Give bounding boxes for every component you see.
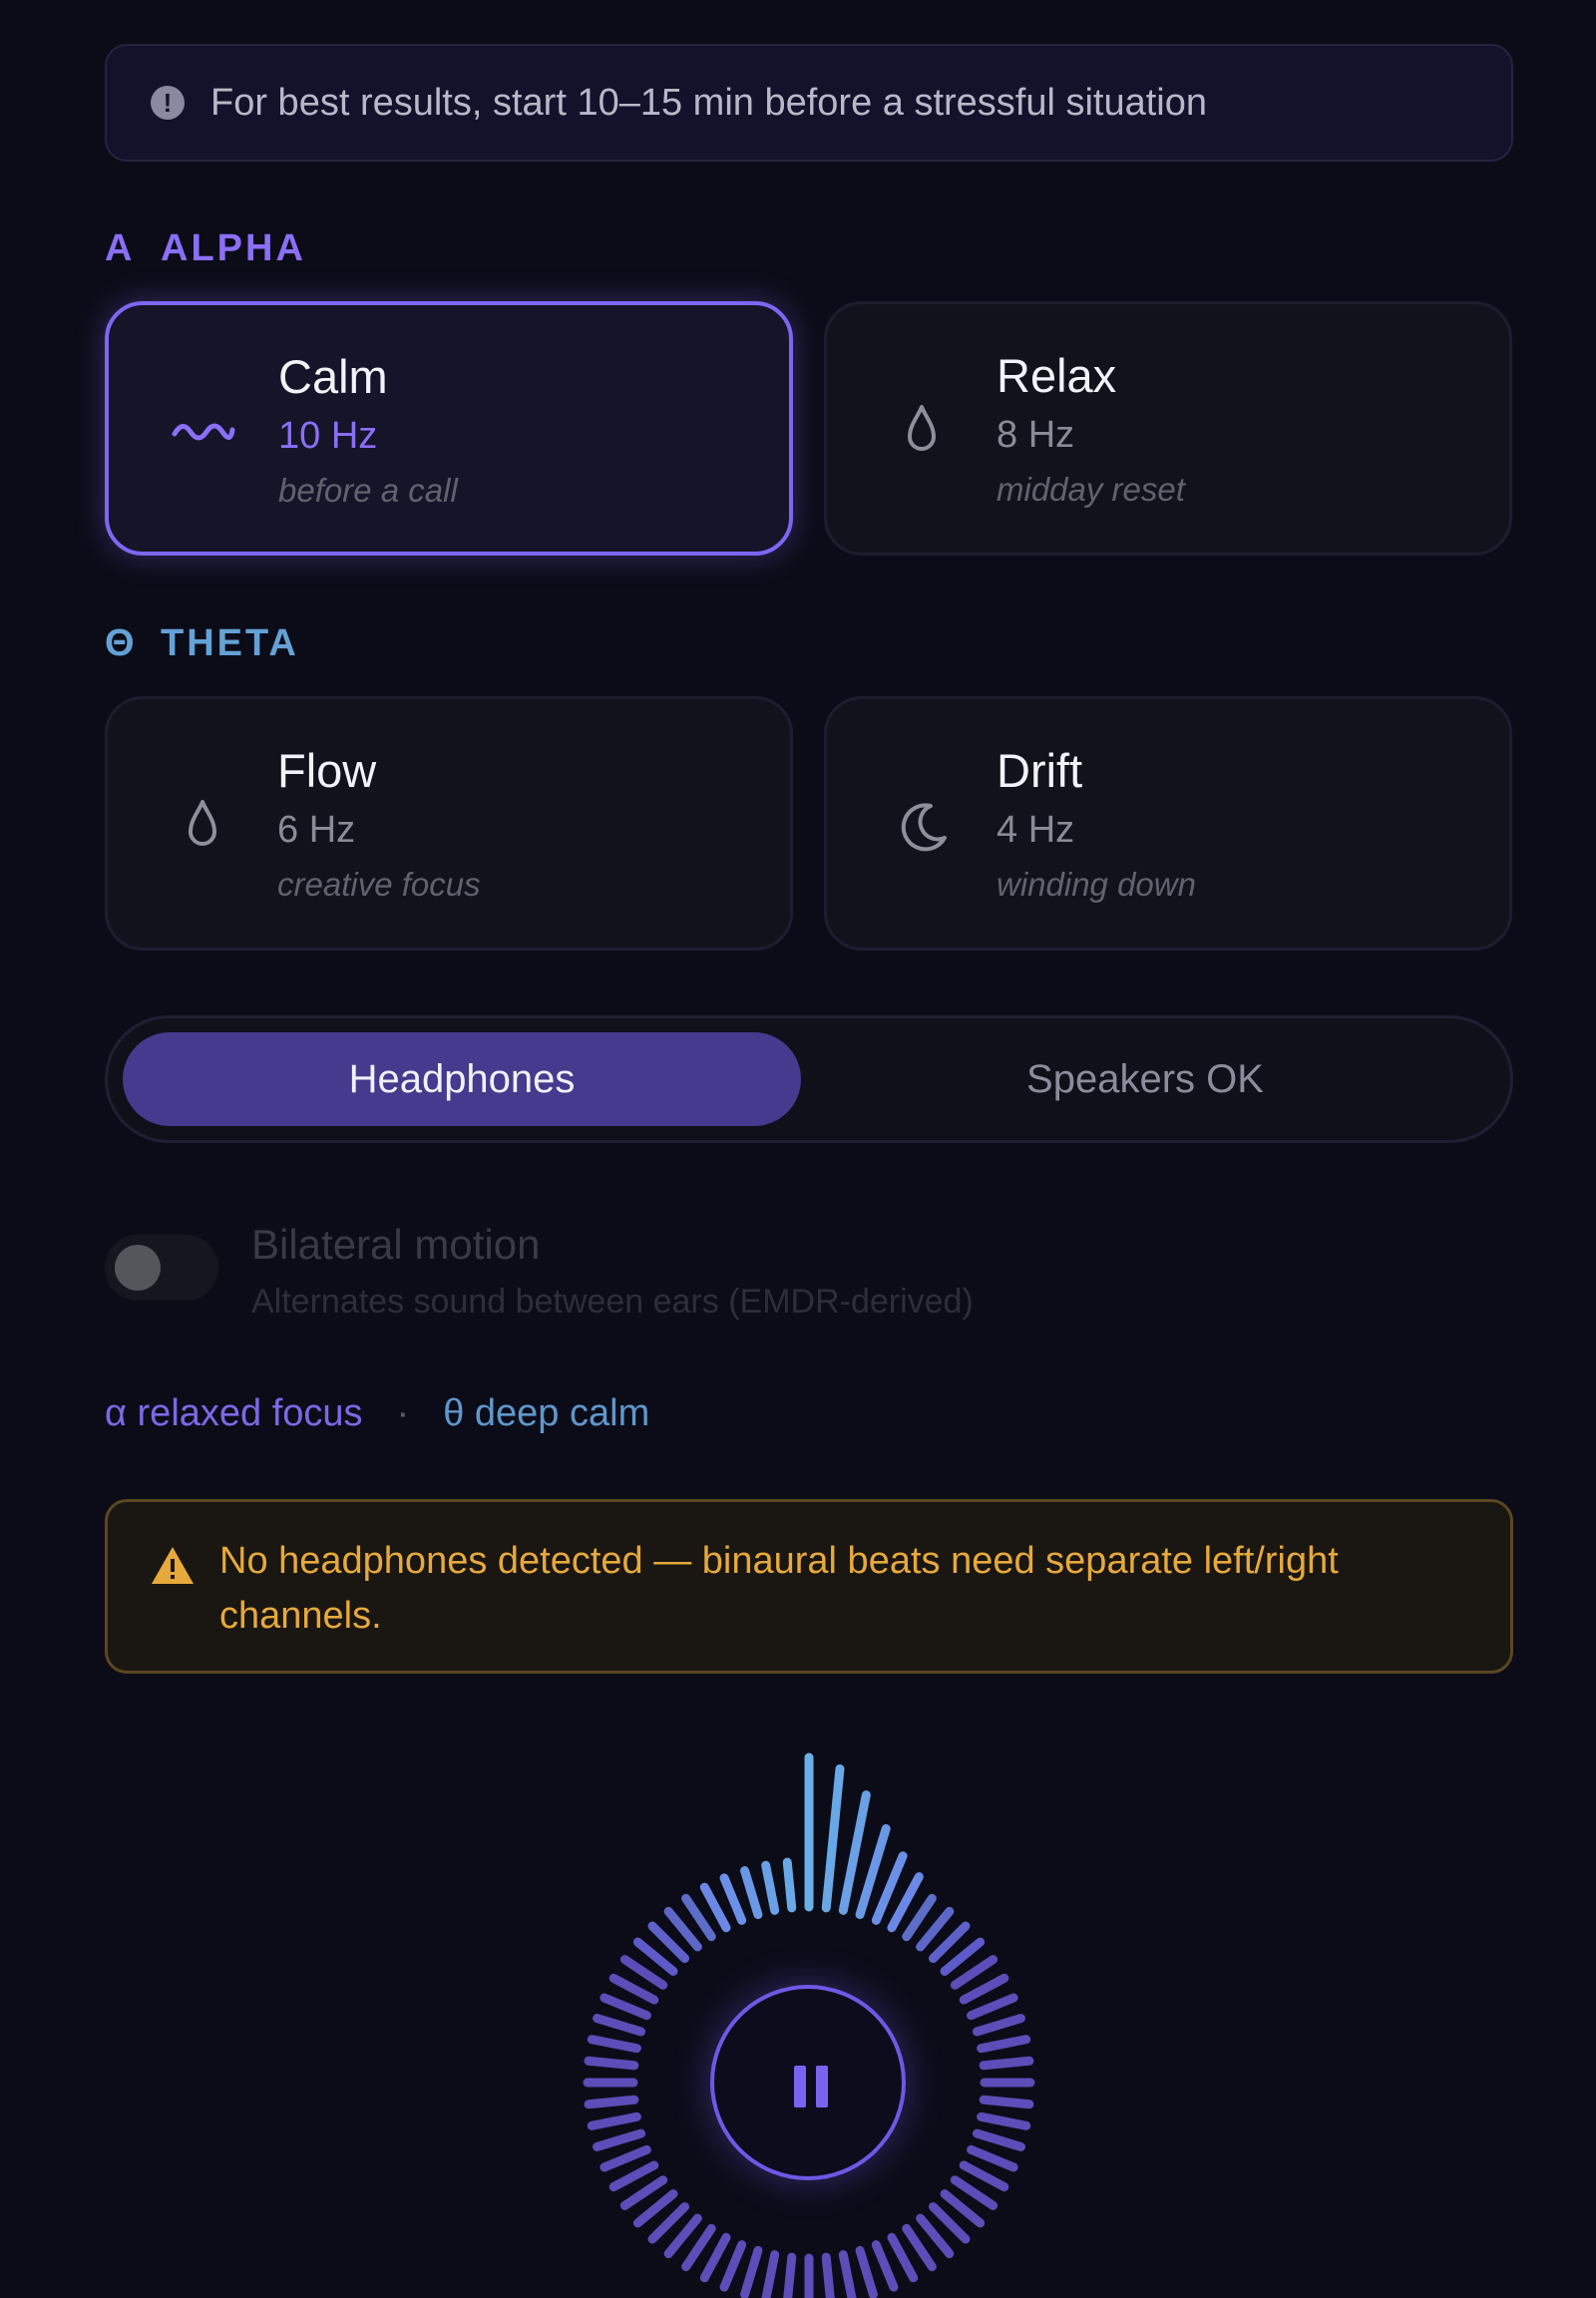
pause-button[interactable] bbox=[710, 1985, 906, 2180]
tip-banner: ! For best results, start 10–15 min befo… bbox=[105, 44, 1513, 162]
alpha-section-header: A ALPHA bbox=[105, 227, 306, 270]
preset-frequency: 10 Hz bbox=[278, 415, 378, 457]
visualizer-bar bbox=[593, 2014, 646, 2037]
visualizer-bar bbox=[719, 2240, 747, 2292]
preset-note: midday reset bbox=[997, 471, 1185, 508]
moon-icon bbox=[901, 803, 947, 852]
preset-frequency: 6 Hz bbox=[277, 809, 356, 851]
preset-card-relax[interactable]: Relax 8 Hz midday reset bbox=[824, 301, 1512, 556]
preset-frequency: 4 Hz bbox=[997, 809, 1075, 851]
alpha-glyph: A bbox=[105, 227, 136, 269]
binaural-page: ! For best results, start 10–15 min befo… bbox=[0, 0, 1596, 2298]
visualizer-bar bbox=[761, 2250, 780, 2298]
visualizer-bar bbox=[599, 1993, 651, 2021]
visualizer-bar bbox=[584, 2095, 639, 2109]
visualizer-bar bbox=[587, 2035, 641, 2054]
visualizer-bar bbox=[593, 2128, 646, 2151]
frequency-legend: α relaxed focus · θ deep calm bbox=[105, 1392, 649, 1435]
headphones-warning: No headphones detected — binaural beats … bbox=[105, 1499, 1513, 1674]
visualizer-bar bbox=[979, 2056, 1034, 2071]
visualizer-bar bbox=[959, 1973, 1009, 2005]
visualizer-bar bbox=[967, 1993, 1018, 2021]
visualizer-bar bbox=[972, 2014, 1025, 2037]
alpha-legend: α relaxed focus bbox=[105, 1392, 363, 1434]
visualizer-bar bbox=[972, 2128, 1025, 2151]
wave-icon bbox=[172, 423, 235, 441]
visualizer-bar bbox=[821, 2252, 835, 2298]
preset-card-flow[interactable]: Flow 6 Hz creative focus bbox=[105, 696, 793, 951]
speakers-option[interactable]: Speakers OK bbox=[806, 1032, 1484, 1126]
theta-legend: θ deep calm bbox=[443, 1392, 650, 1434]
visualizer-bar bbox=[761, 1860, 780, 1915]
visualizer-bar bbox=[821, 1764, 845, 1913]
warning-triangle-icon bbox=[152, 1547, 194, 1584]
preset-card-drift[interactable]: Drift 4 Hz winding down bbox=[824, 696, 1512, 951]
visualizer-bar bbox=[783, 2252, 797, 2298]
visualizer-bar bbox=[838, 2250, 857, 2298]
theta-glyph: Θ bbox=[105, 622, 138, 664]
visualizer-bar bbox=[584, 2056, 639, 2071]
info-circle-icon: ! bbox=[151, 86, 185, 120]
visualizer-bar bbox=[967, 2144, 1018, 2172]
visualizer-bar bbox=[782, 1857, 797, 1913]
visualizer-bar bbox=[887, 2232, 919, 2283]
visualizer-bar bbox=[977, 2111, 1031, 2130]
pause-icon-bar-right bbox=[816, 2066, 828, 2107]
toggle-knob bbox=[115, 1245, 161, 1291]
visualizer-bar bbox=[740, 1866, 763, 1920]
output-mode-segmented-control: Headphones Speakers OK bbox=[105, 1015, 1513, 1143]
visualizer-bar bbox=[959, 2160, 1009, 2192]
headphones-option[interactable]: Headphones bbox=[123, 1032, 801, 1126]
bilateral-motion-subtitle: Alternates sound between ears (EMDR-deri… bbox=[251, 1283, 974, 1321]
preset-title: Drift bbox=[997, 744, 1083, 797]
tip-text: For best results, start 10–15 min before… bbox=[210, 81, 1208, 124]
visualizer-bar bbox=[587, 2111, 641, 2130]
visualizer-bar bbox=[699, 2232, 731, 2283]
preset-card-calm[interactable]: Calm 10 Hz before a call bbox=[105, 301, 793, 556]
droplet-icon bbox=[908, 405, 936, 451]
alpha-label: ALPHA bbox=[161, 227, 306, 269]
visualizer-bar bbox=[740, 2245, 763, 2298]
visualizer-bar bbox=[979, 2095, 1034, 2109]
bilateral-motion-title: Bilateral motion bbox=[251, 1221, 541, 1268]
visualizer-bar bbox=[608, 2160, 659, 2192]
theta-section-header: Θ THETA bbox=[105, 622, 299, 665]
preset-note: before a call bbox=[278, 472, 458, 509]
theta-label: THETA bbox=[161, 622, 299, 664]
visualizer-bar bbox=[977, 2035, 1031, 2054]
preset-title: Calm bbox=[278, 350, 388, 403]
preset-frequency: 8 Hz bbox=[997, 414, 1075, 456]
visualizer-bar bbox=[599, 2144, 651, 2172]
visualizer-bar bbox=[871, 2240, 899, 2292]
visualizer-bar bbox=[855, 2245, 878, 2298]
visualizer-bar bbox=[608, 1973, 659, 2005]
preset-title: Flow bbox=[277, 744, 377, 797]
preset-title: Relax bbox=[997, 349, 1117, 402]
warning-text: No headphones detected — binaural beats … bbox=[219, 1540, 1339, 1637]
preset-note: winding down bbox=[997, 866, 1196, 903]
preset-note: creative focus bbox=[277, 866, 481, 903]
visualizer-bar bbox=[719, 1873, 747, 1925]
legend-separator: · bbox=[396, 1392, 410, 1434]
visualizer-bar bbox=[699, 1882, 731, 1933]
droplet-icon bbox=[189, 800, 216, 846]
bilateral-motion-toggle[interactable] bbox=[105, 1235, 218, 1301]
pause-icon-bar-left bbox=[794, 2066, 806, 2107]
